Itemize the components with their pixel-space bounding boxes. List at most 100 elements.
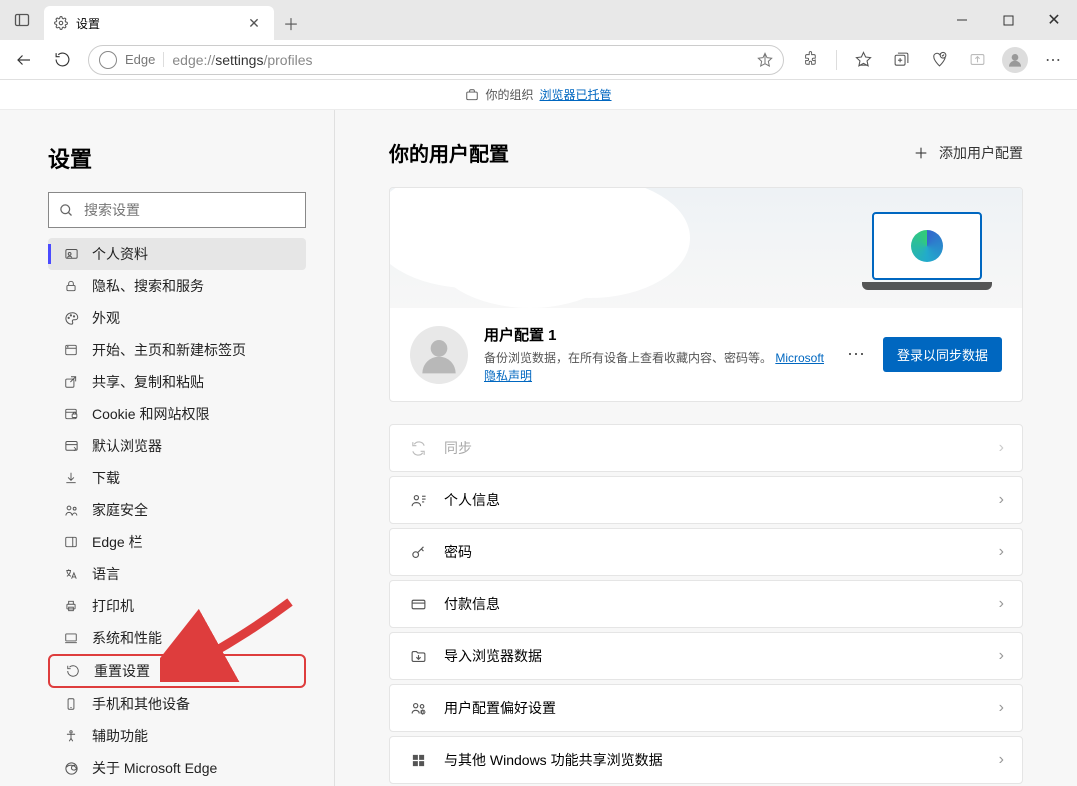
- managed-text: 你的组织: [485, 86, 533, 103]
- nav-privacy[interactable]: 隐私、搜索和服务: [48, 270, 306, 302]
- nav-share[interactable]: 共享、复制和粘贴: [48, 366, 306, 398]
- chevron-right-icon: ›: [999, 751, 1004, 769]
- nav-downloads[interactable]: 下载: [48, 462, 306, 494]
- settings-sidebar: 设置 个人资料 隐私、搜索和服务 外观 开始、主页和新建标签页 共享、复制和粘贴…: [0, 110, 335, 786]
- row-windows-share[interactable]: 与其他 Windows 功能共享浏览数据 ›: [389, 736, 1023, 784]
- site-identity-icon[interactable]: [99, 51, 117, 69]
- chevron-right-icon: ›: [999, 439, 1004, 457]
- nav-label: 语言: [92, 564, 120, 584]
- refresh-button[interactable]: [44, 44, 80, 76]
- row-payment[interactable]: 付款信息 ›: [389, 580, 1023, 628]
- url-text: edge://settings/profiles: [172, 52, 749, 68]
- briefcase-icon: [465, 88, 479, 102]
- nav-appearance[interactable]: 外观: [48, 302, 306, 334]
- prefs-icon: [408, 700, 428, 717]
- plus-icon: [913, 145, 929, 161]
- settings-content: 你的用户配置 添加用户配置 用户配置 1 备份浏览数据，在所有设备上查看收藏内容…: [335, 110, 1077, 786]
- chevron-right-icon: ›: [999, 543, 1004, 561]
- nav-label: Edge 栏: [92, 532, 143, 552]
- nav-label: 打印机: [92, 596, 134, 616]
- row-sync[interactable]: 同步 ›: [389, 424, 1023, 472]
- nav-label: 外观: [92, 308, 120, 328]
- nav-label: 重置设置: [94, 661, 150, 681]
- share-icon[interactable]: [959, 44, 995, 76]
- nav-family[interactable]: 家庭安全: [48, 494, 306, 526]
- nav-cookies[interactable]: Cookie 和网站权限: [48, 398, 306, 430]
- row-passwords[interactable]: 密码 ›: [389, 528, 1023, 576]
- address-bar[interactable]: Edge edge://settings/profiles: [88, 45, 784, 75]
- nav-label: 手机和其他设备: [92, 694, 190, 714]
- more-menu-icon[interactable]: ⋯: [1035, 44, 1071, 76]
- nav-printers[interactable]: 打印机: [48, 590, 306, 622]
- windows-icon: [408, 753, 428, 768]
- nav-start[interactable]: 开始、主页和新建标签页: [48, 334, 306, 366]
- new-tab-button[interactable]: ＋: [274, 6, 308, 40]
- row-label: 付款信息: [444, 594, 983, 614]
- profile-desc: 备份浏览数据，在所有设备上查看收藏内容、密码等。 Microsoft 隐私声明: [484, 349, 831, 385]
- nav-languages[interactable]: 语言: [48, 558, 306, 590]
- maximize-button[interactable]: [985, 0, 1031, 40]
- add-profile-button[interactable]: 添加用户配置: [913, 143, 1023, 163]
- managed-link[interactable]: 浏览器已托管: [540, 86, 612, 103]
- nav-about[interactable]: 关于 Microsoft Edge: [48, 752, 306, 784]
- system-icon: [62, 631, 80, 645]
- chevron-right-icon: ›: [999, 647, 1004, 665]
- tab-actions-icon[interactable]: [0, 0, 44, 40]
- profile-avatar-button[interactable]: [997, 44, 1033, 76]
- gear-icon: [54, 16, 68, 30]
- row-personal-info[interactable]: 个人信息 ›: [389, 476, 1023, 524]
- nav-label: 默认浏览器: [92, 436, 162, 456]
- window-controls: ✕: [939, 0, 1077, 40]
- profile-avatar: [410, 326, 468, 384]
- lock-icon: [62, 279, 80, 293]
- chevron-right-icon: ›: [999, 699, 1004, 717]
- reading-mode-icon[interactable]: [757, 52, 773, 68]
- profile-hero-image: [390, 188, 1022, 308]
- import-icon: [408, 648, 428, 665]
- nav-label: 开始、主页和新建标签页: [92, 340, 246, 360]
- row-label: 导入浏览器数据: [444, 646, 983, 666]
- cookie-icon: [62, 407, 80, 421]
- minimize-button[interactable]: [939, 0, 985, 40]
- sync-icon: [408, 440, 428, 457]
- browser-essentials-icon[interactable]: [921, 44, 957, 76]
- appearance-icon: [62, 311, 80, 326]
- back-button[interactable]: [6, 44, 42, 76]
- content-heading: 你的用户配置: [389, 138, 509, 167]
- nav-label: 个人资料: [92, 244, 148, 264]
- close-tab-icon[interactable]: ✕: [244, 15, 264, 32]
- signin-button[interactable]: 登录以同步数据: [883, 337, 1002, 372]
- settings-search-input[interactable]: [84, 202, 295, 218]
- nav-profiles[interactable]: 个人资料: [48, 238, 306, 270]
- row-import[interactable]: 导入浏览器数据 ›: [389, 632, 1023, 680]
- nav-reset[interactable]: 重置设置: [48, 654, 306, 688]
- nav-default-browser[interactable]: 默认浏览器: [48, 430, 306, 462]
- edgebar-icon: [62, 535, 80, 549]
- nav-edgebar[interactable]: Edge 栏: [48, 526, 306, 558]
- close-window-button[interactable]: ✕: [1031, 0, 1077, 40]
- personal-info-icon: [408, 492, 428, 509]
- row-label: 与其他 Windows 功能共享浏览数据: [444, 750, 983, 770]
- start-icon: [62, 343, 80, 357]
- extensions-icon[interactable]: [792, 44, 828, 76]
- chevron-right-icon: ›: [999, 595, 1004, 613]
- browser-tab[interactable]: 设置 ✕: [44, 6, 274, 40]
- card-icon: [408, 596, 428, 613]
- language-icon: [62, 567, 80, 581]
- edge-about-icon: [62, 761, 80, 776]
- nav-label: 共享、复制和粘贴: [92, 372, 204, 392]
- settings-search[interactable]: [48, 192, 306, 228]
- managed-notice: 你的组织浏览器已托管: [0, 80, 1077, 110]
- settings-main: 设置 个人资料 隐私、搜索和服务 外观 开始、主页和新建标签页 共享、复制和粘贴…: [0, 110, 1077, 786]
- nav-phone[interactable]: 手机和其他设备: [48, 688, 306, 720]
- tab-title: 设置: [76, 15, 236, 32]
- row-profile-prefs[interactable]: 用户配置偏好设置 ›: [389, 684, 1023, 732]
- favorites-icon[interactable]: [845, 44, 881, 76]
- nav-label: 下载: [92, 468, 120, 488]
- nav-accessibility[interactable]: 辅助功能: [48, 720, 306, 752]
- nav-system[interactable]: 系统和性能: [48, 622, 306, 654]
- search-icon: [59, 203, 74, 218]
- profile-more-icon[interactable]: ⋯: [847, 344, 867, 365]
- collections-icon[interactable]: [883, 44, 919, 76]
- url-scheme-label: Edge: [125, 52, 164, 67]
